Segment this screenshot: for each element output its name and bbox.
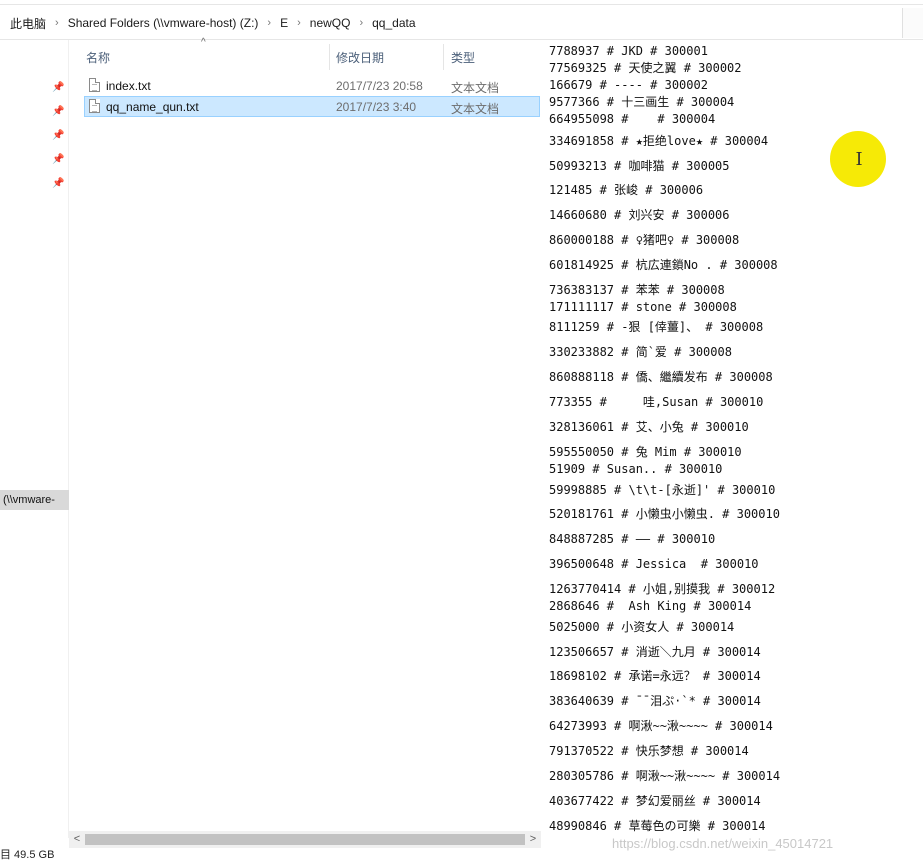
- status-bar: 目 49.5 GB: [0, 849, 55, 861]
- preview-line: 50993213 # 咖啡猫 # 300005: [549, 159, 730, 173]
- preview-line: 403677422 # 梦幻爱丽丝 # 300014: [549, 794, 761, 808]
- sort-ascending-icon: ^: [201, 37, 206, 48]
- preview-line: 121485 # 张峻 # 300006: [549, 183, 704, 197]
- pin-icon[interactable]: 📌: [52, 106, 64, 118]
- preview-line: 2868646 # Ash King # 300014: [549, 599, 752, 613]
- column-divider[interactable]: [443, 44, 444, 70]
- preview-line: 328136061 # 艾、小兔 # 300010: [549, 420, 749, 434]
- pin-icon[interactable]: 📌: [52, 82, 64, 94]
- preview-line: 601814925 # 杭広連鎖No . # 300008: [549, 258, 778, 272]
- address-bar[interactable]: 此电脑 › Shared Folders (\\vmware-host) (Z:…: [0, 0, 923, 40]
- file-type: 文本文档: [451, 81, 500, 95]
- breadcrumb-e[interactable]: E: [278, 16, 290, 30]
- preview-line: 848887285 # —— # 300010: [549, 532, 716, 546]
- preview-line: 77569325 # 天使之翼 # 300002: [549, 61, 742, 75]
- breadcrumb-shared-folders[interactable]: Shared Folders (\\vmware-host) (Z:): [66, 16, 261, 30]
- address-dropdown-button[interactable]: [902, 8, 923, 38]
- column-header-date[interactable]: 修改日期: [336, 49, 384, 66]
- column-divider[interactable]: [329, 44, 330, 70]
- preview-line: 14660680 # 刘兴安 # 300006: [549, 208, 730, 222]
- preview-line: 664955098 # # 300004: [549, 112, 716, 126]
- breadcrumb-qq-data[interactable]: qq_data: [370, 16, 417, 30]
- preview-line: 791370522 # 快乐梦想 # 300014: [549, 744, 749, 758]
- file-list[interactable]: ^ 名称 修改日期 类型 index.txt 2017/7/23 20:58 文…: [69, 37, 541, 832]
- address-bar-top-border: [0, 4, 923, 5]
- preview-line: 51909 # Susan.. # 300010: [549, 462, 723, 476]
- scroll-left-icon[interactable]: <: [71, 832, 83, 847]
- breadcrumb-newqq[interactable]: newQQ: [308, 16, 353, 30]
- preview-line: 595550050 # 兔 Mim # 300010: [549, 445, 742, 459]
- file-date: 2017/7/23 20:58: [336, 79, 423, 93]
- preview-line: 5025000 # 小资女人 # 300014: [549, 620, 735, 634]
- chevron-right-icon[interactable]: ›: [352, 17, 370, 29]
- preview-line: 280305786 # 啊湫~~湫~~~~ # 300014: [549, 769, 781, 783]
- preview-line: 860888118 # 僑、繼續发布 # 300008: [549, 370, 773, 384]
- pin-icon[interactable]: 📌: [52, 178, 64, 190]
- preview-line: 396500648 # Jessica # 300010: [549, 557, 759, 571]
- chevron-right-icon[interactable]: ›: [48, 17, 66, 29]
- text-file-icon: [89, 99, 100, 113]
- navigation-pane[interactable]: 📌 📌 📌 📌 📌 (\\vmware-: [0, 40, 69, 838]
- scroll-right-icon[interactable]: >: [527, 832, 539, 847]
- breadcrumb[interactable]: 此电脑 › Shared Folders (\\vmware-host) (Z:…: [8, 14, 418, 32]
- text-cursor-icon: I: [855, 149, 863, 170]
- text-file-icon: [89, 78, 100, 92]
- file-type: 文本文档: [451, 102, 500, 116]
- preview-line: 48990846 # 草莓色の可樂 # 300014: [549, 819, 766, 833]
- preview-line: 330233882 # 简`爱 # 300008: [549, 345, 732, 359]
- file-row-qq-name-qun[interactable]: qq_name_qun.txt 2017/7/23 3:40 文本文档: [84, 96, 540, 117]
- preview-line: 520181761 # 小懒虫小懒虫. # 300010: [549, 507, 780, 521]
- preview-line: 166679 # ---- # 300002: [549, 78, 708, 92]
- column-header-name[interactable]: 名称: [86, 49, 110, 66]
- file-date: 2017/7/23 3:40: [336, 100, 417, 114]
- file-name: qq_name_qun.txt: [106, 100, 199, 114]
- preview-line: 383640639 # ¯¯泪ぷ·`* # 300014: [549, 694, 761, 708]
- preview-line: 171111117 # stone # 300008: [549, 300, 737, 314]
- preview-line: 64273993 # 啊湫~~湫~~~~ # 300014: [549, 719, 773, 733]
- preview-line: 123506657 # 消逝＼九月 # 300014: [549, 645, 761, 659]
- preview-line: 736383137 # 苯苯 # 300008: [549, 283, 725, 297]
- nav-item-vmware-host[interactable]: (\\vmware-: [0, 490, 69, 510]
- preview-line: 8111259 # -狠 [倖薑]、 # 300008: [549, 320, 764, 334]
- preview-line: 860000188 # ♀猪吧♀ # 300008: [549, 233, 740, 247]
- file-row-index[interactable]: index.txt 2017/7/23 20:58 文本文档: [84, 75, 540, 96]
- preview-line: 334691858 # ★拒绝love★ # 300004: [549, 134, 769, 148]
- horizontal-scrollbar[interactable]: < >: [69, 831, 541, 848]
- file-name: index.txt: [106, 79, 151, 93]
- chevron-right-icon[interactable]: ›: [260, 17, 278, 29]
- watermark: https://blog.csdn.net/weixin_45014721: [612, 836, 834, 851]
- column-header-type[interactable]: 类型: [451, 49, 475, 66]
- preview-line: 9577366 # 十三画生 # 300004: [549, 95, 735, 109]
- breadcrumb-this-pc[interactable]: 此电脑: [8, 15, 48, 32]
- preview-line: 18698102 # 承诺=永远？ # 300014: [549, 669, 761, 683]
- pin-icon[interactable]: 📌: [52, 130, 64, 142]
- preview-line: 773355 # 哇,Susan # 300010: [549, 395, 764, 409]
- preview-line: 1263770414 # 小姐,别摸我 # 300012: [549, 582, 776, 596]
- scrollbar-thumb[interactable]: [85, 834, 525, 845]
- pin-icon[interactable]: 📌: [52, 154, 64, 166]
- chevron-right-icon[interactable]: ›: [290, 17, 308, 29]
- preview-line: 7788937 # JKD # 300001: [549, 44, 708, 58]
- preview-line: 59998885 # \t\t-[永逝]' # 300010: [549, 483, 776, 497]
